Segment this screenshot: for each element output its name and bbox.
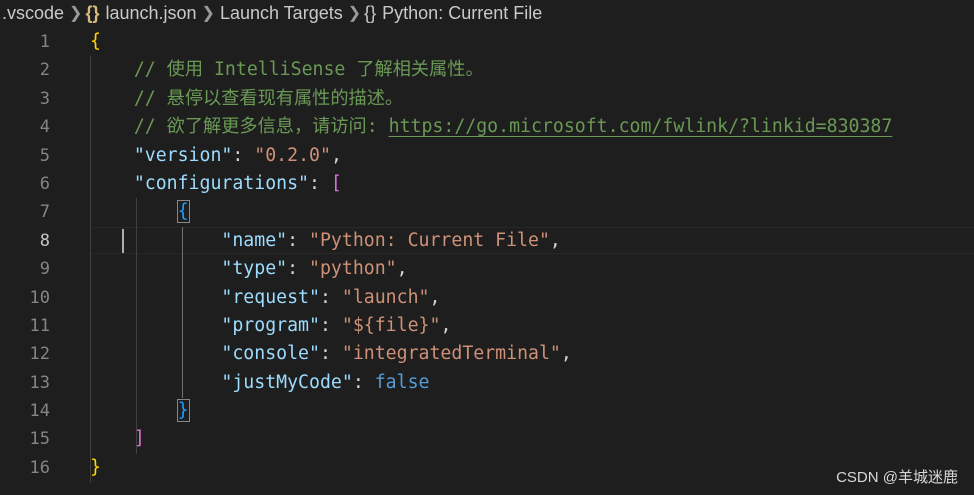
json-key: "version" — [133, 144, 233, 166]
json-key: "program" — [221, 314, 320, 336]
json-key: "type" — [221, 258, 288, 280]
line-number: 13 — [29, 372, 50, 393]
chevron-right-icon: ❯ — [347, 5, 362, 22]
line-number: 12 — [29, 344, 50, 365]
code-line: } — [90, 397, 974, 425]
line-number: 1 — [39, 32, 50, 52]
line-number: 16 — [29, 457, 50, 478]
code-line: "justMyCode": false — [221, 371, 430, 393]
code-line-active: "name": "Python: Current File", — [221, 229, 561, 251]
close-brace: } — [90, 456, 101, 478]
line-number: 14 — [29, 401, 50, 422]
object-icon: {} — [364, 2, 377, 23]
json-string-value: "python" — [309, 258, 397, 280]
code-line: "type": "python", — [221, 258, 408, 280]
json-key: "justMyCode" — [221, 371, 353, 393]
line-number: 4 — [39, 117, 50, 138]
json-boolean-value: false — [374, 371, 430, 393]
comment: // 悬停以查看现有属性的描述。 — [133, 87, 404, 109]
json-key: "console" — [221, 343, 320, 365]
line-number: 11 — [29, 315, 50, 336]
chevron-right-icon: ❯ — [201, 5, 215, 22]
json-string-value: "integratedTerminal" — [341, 343, 561, 365]
json-key: "request" — [221, 286, 320, 308]
line-number-gutter: 1 2 3 4 5 6 7 8 9 10 11 12 13 14 15 16 — [0, 28, 56, 482]
breadcrumb-folder[interactable]: .vscode — [0, 3, 66, 24]
line-number: 15 — [29, 429, 50, 450]
watermark: CSDN @羊城迷鹿 — [836, 469, 958, 486]
comment: // 使用 IntelliSense 了解相关属性。 — [133, 59, 484, 81]
line-number: 10 — [29, 287, 50, 308]
json-string-value: "0.2.0" — [254, 144, 331, 166]
code-line: "program": "${file}", — [221, 314, 452, 336]
code-content[interactable]: { // 使用 IntelliSense 了解相关属性。 // 悬停以查看现有属… — [90, 28, 974, 482]
code-line: // 使用 IntelliSense 了解相关属性。 — [90, 56, 974, 84]
chevron-right-icon: ❯ — [69, 5, 83, 22]
open-brace-matched: { — [176, 200, 190, 224]
json-file-icon: {} — [85, 2, 100, 23]
docs-link[interactable]: https://go.microsoft.com/fwlink/?linkid=… — [389, 116, 893, 137]
line-number: 9 — [39, 259, 50, 280]
line-number: 7 — [39, 202, 50, 223]
code-line: "configurations": [ — [133, 172, 342, 194]
line-number: 5 — [39, 145, 50, 166]
line-number: 6 — [39, 173, 50, 194]
open-bracket: [ — [330, 172, 342, 194]
json-key: "configurations" — [133, 172, 310, 194]
json-string-value: "Python: Current File" — [309, 229, 550, 251]
open-brace: { — [90, 31, 101, 52]
code-line: // 欲了解更多信息，请访问: https://go.microsoft.com… — [90, 113, 974, 141]
code-line: "console": "integratedTerminal", — [221, 343, 572, 365]
code-line: // 悬停以查看现有属性的描述。 — [90, 85, 974, 113]
line-number-active: 8 — [39, 230, 50, 251]
breadcrumb-section[interactable]: Launch Targets — [218, 3, 345, 24]
json-string-value: "launch" — [341, 286, 430, 308]
code-line: { — [90, 198, 974, 226]
close-brace-matched: } — [176, 399, 190, 423]
breadcrumb-file[interactable]: launch.json — [103, 3, 198, 24]
close-bracket: ] — [133, 428, 145, 450]
json-key: "name" — [221, 229, 288, 251]
breadcrumb: .vscode ❯ {} launch.json ❯ Launch Target… — [0, 0, 974, 26]
line-number: 3 — [39, 88, 50, 109]
comment: // 欲了解更多信息，请访问: — [133, 116, 389, 138]
code-editor[interactable]: 1 2 3 4 5 6 7 8 9 10 11 12 13 14 15 16 {… — [0, 28, 974, 488]
line-number: 2 — [39, 60, 50, 81]
breadcrumb-item[interactable]: Python: Current File — [380, 3, 544, 24]
code-line: { — [90, 28, 974, 56]
json-string-value: "${file}" — [341, 314, 441, 336]
code-line: "version": "0.2.0", — [133, 144, 342, 166]
code-line: "request": "launch", — [221, 286, 441, 308]
code-line: ] — [90, 425, 974, 453]
